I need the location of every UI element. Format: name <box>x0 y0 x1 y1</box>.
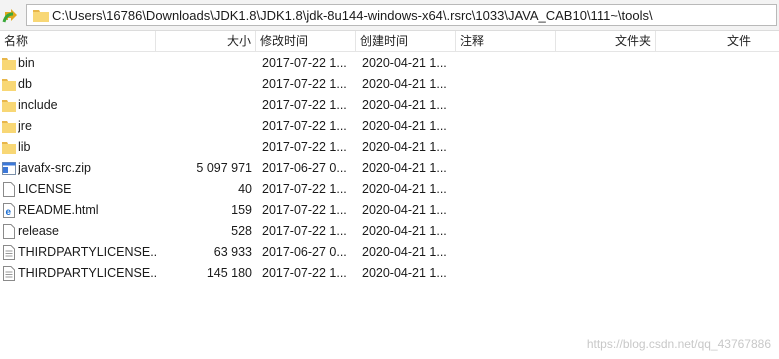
file-created: 2020-04-21 1... <box>362 77 447 91</box>
file-name: lib <box>18 140 31 154</box>
file-icon <box>2 224 16 239</box>
file-modified: 2017-07-22 1... <box>262 119 347 133</box>
html-icon: e <box>2 203 16 218</box>
svg-text:e: e <box>6 207 12 218</box>
file-size: 63 933 <box>213 245 252 259</box>
file-row[interactable]: db 2017-07-22 1... 2020-04-21 1... <box>0 74 779 95</box>
file-created: 2020-04-21 1... <box>362 266 447 280</box>
file-name: release <box>18 224 59 238</box>
column-folder-header[interactable]: 文件夹 <box>556 31 656 51</box>
folder-icon <box>2 56 16 71</box>
file-size: 528 <box>231 224 252 238</box>
text-file-icon <box>2 245 16 260</box>
file-size <box>156 116 252 137</box>
file-size <box>156 74 252 95</box>
file-name: db <box>18 77 32 91</box>
address-bar: C:\Users\16786\Downloads\JDK1.8\JDK1.8\j… <box>0 0 779 31</box>
file-name: LICENSE <box>18 182 72 196</box>
file-size: 5 097 971 <box>196 161 252 175</box>
file-name: README.html <box>18 203 99 217</box>
watermark: https://blog.csdn.net/qq_43767886 <box>586 337 771 351</box>
file-modified: 2017-07-22 1... <box>262 203 347 217</box>
file-modified: 2017-07-22 1... <box>262 140 347 154</box>
file-created: 2020-04-21 1... <box>362 203 447 217</box>
file-name: bin <box>18 56 35 70</box>
file-name: include <box>18 98 58 112</box>
file-modified: 2017-07-22 1... <box>262 77 347 91</box>
file-created: 2020-04-21 1... <box>362 245 447 259</box>
file-name: javafx-src.zip <box>18 161 91 175</box>
column-created-header[interactable]: 创建时间 <box>356 31 456 51</box>
file-row[interactable]: release 528 2017-07-22 1... 2020-04-21 1... <box>0 221 779 242</box>
file-modified: 2017-07-22 1... <box>262 56 347 70</box>
column-size-header[interactable]: 大小 <box>156 31 256 51</box>
file-row[interactable]: THIRDPARTYLICENSE... 63 933 2017-06-27 0..… <box>0 242 779 263</box>
folder-icon <box>33 10 49 22</box>
file-size <box>156 137 252 158</box>
column-modified-header[interactable]: 修改时间 <box>256 31 356 51</box>
file-row[interactable]: include 2017-07-22 1... 2020-04-21 1... <box>0 95 779 116</box>
file-row[interactable]: LICENSE 40 2017-07-22 1... 2020-04-21 1... <box>0 179 779 200</box>
file-created: 2020-04-21 1... <box>362 161 447 175</box>
file-created: 2020-04-21 1... <box>362 98 447 112</box>
file-created: 2020-04-21 1... <box>362 119 447 133</box>
file-row[interactable]: e README.html 159 2017-07-22 1... 2020-04-21… <box>0 200 779 221</box>
file-modified: 2017-07-22 1... <box>262 182 347 196</box>
file-name: THIRDPARTYLICENSE... <box>18 245 156 259</box>
file-created: 2020-04-21 1... <box>362 56 447 70</box>
file-row[interactable]: lib 2017-07-22 1... 2020-04-21 1... <box>0 137 779 158</box>
file-modified: 2017-06-27 0... <box>262 245 347 259</box>
file-created: 2020-04-21 1... <box>362 224 447 238</box>
file-row[interactable]: THIRDPARTYLICENSE... 145 180 2017-07-22 1.… <box>0 263 779 284</box>
folder-icon <box>2 98 16 113</box>
zip-icon <box>2 161 16 176</box>
folder-icon <box>2 140 16 155</box>
file-modified: 2017-06-27 0... <box>262 161 347 175</box>
file-row[interactable]: jre 2017-07-22 1... 2020-04-21 1... <box>0 116 779 137</box>
up-arrow-icon[interactable] <box>2 6 20 24</box>
file-modified: 2017-07-22 1... <box>262 98 347 112</box>
file-modified: 2017-07-22 1... <box>262 224 347 238</box>
file-row[interactable]: bin 2017-07-22 1... 2020-04-21 1... <box>0 53 779 74</box>
file-name: THIRDPARTYLICENSE... <box>18 266 156 280</box>
file-size <box>156 53 252 74</box>
address-path: C:\Users\16786\Downloads\JDK1.8\JDK1.8\j… <box>52 8 653 23</box>
file-name: jre <box>18 119 32 133</box>
file-icon <box>2 182 16 197</box>
folder-icon <box>2 119 16 134</box>
file-created: 2020-04-21 1... <box>362 140 447 154</box>
folder-icon <box>2 77 16 92</box>
text-file-icon <box>2 266 16 281</box>
column-name-header[interactable]: 名称 <box>0 31 156 51</box>
file-row[interactable]: javafx-src.zip 5 097 971 2017-06-27 0... 20… <box>0 158 779 179</box>
address-input[interactable]: C:\Users\16786\Downloads\JDK1.8\JDK1.8\j… <box>26 4 777 26</box>
column-file-header[interactable]: 文件 <box>656 31 779 51</box>
file-modified: 2017-07-22 1... <box>262 266 347 280</box>
file-size: 159 <box>231 203 252 217</box>
file-size <box>156 95 252 116</box>
column-header: 名称 大小 修改时间 创建时间 注释 文件夹 文件 <box>0 31 779 52</box>
file-created: 2020-04-21 1... <box>362 182 447 196</box>
file-size: 145 180 <box>206 266 252 280</box>
file-size: 40 <box>238 182 252 196</box>
column-comment-header[interactable]: 注释 <box>456 31 556 51</box>
